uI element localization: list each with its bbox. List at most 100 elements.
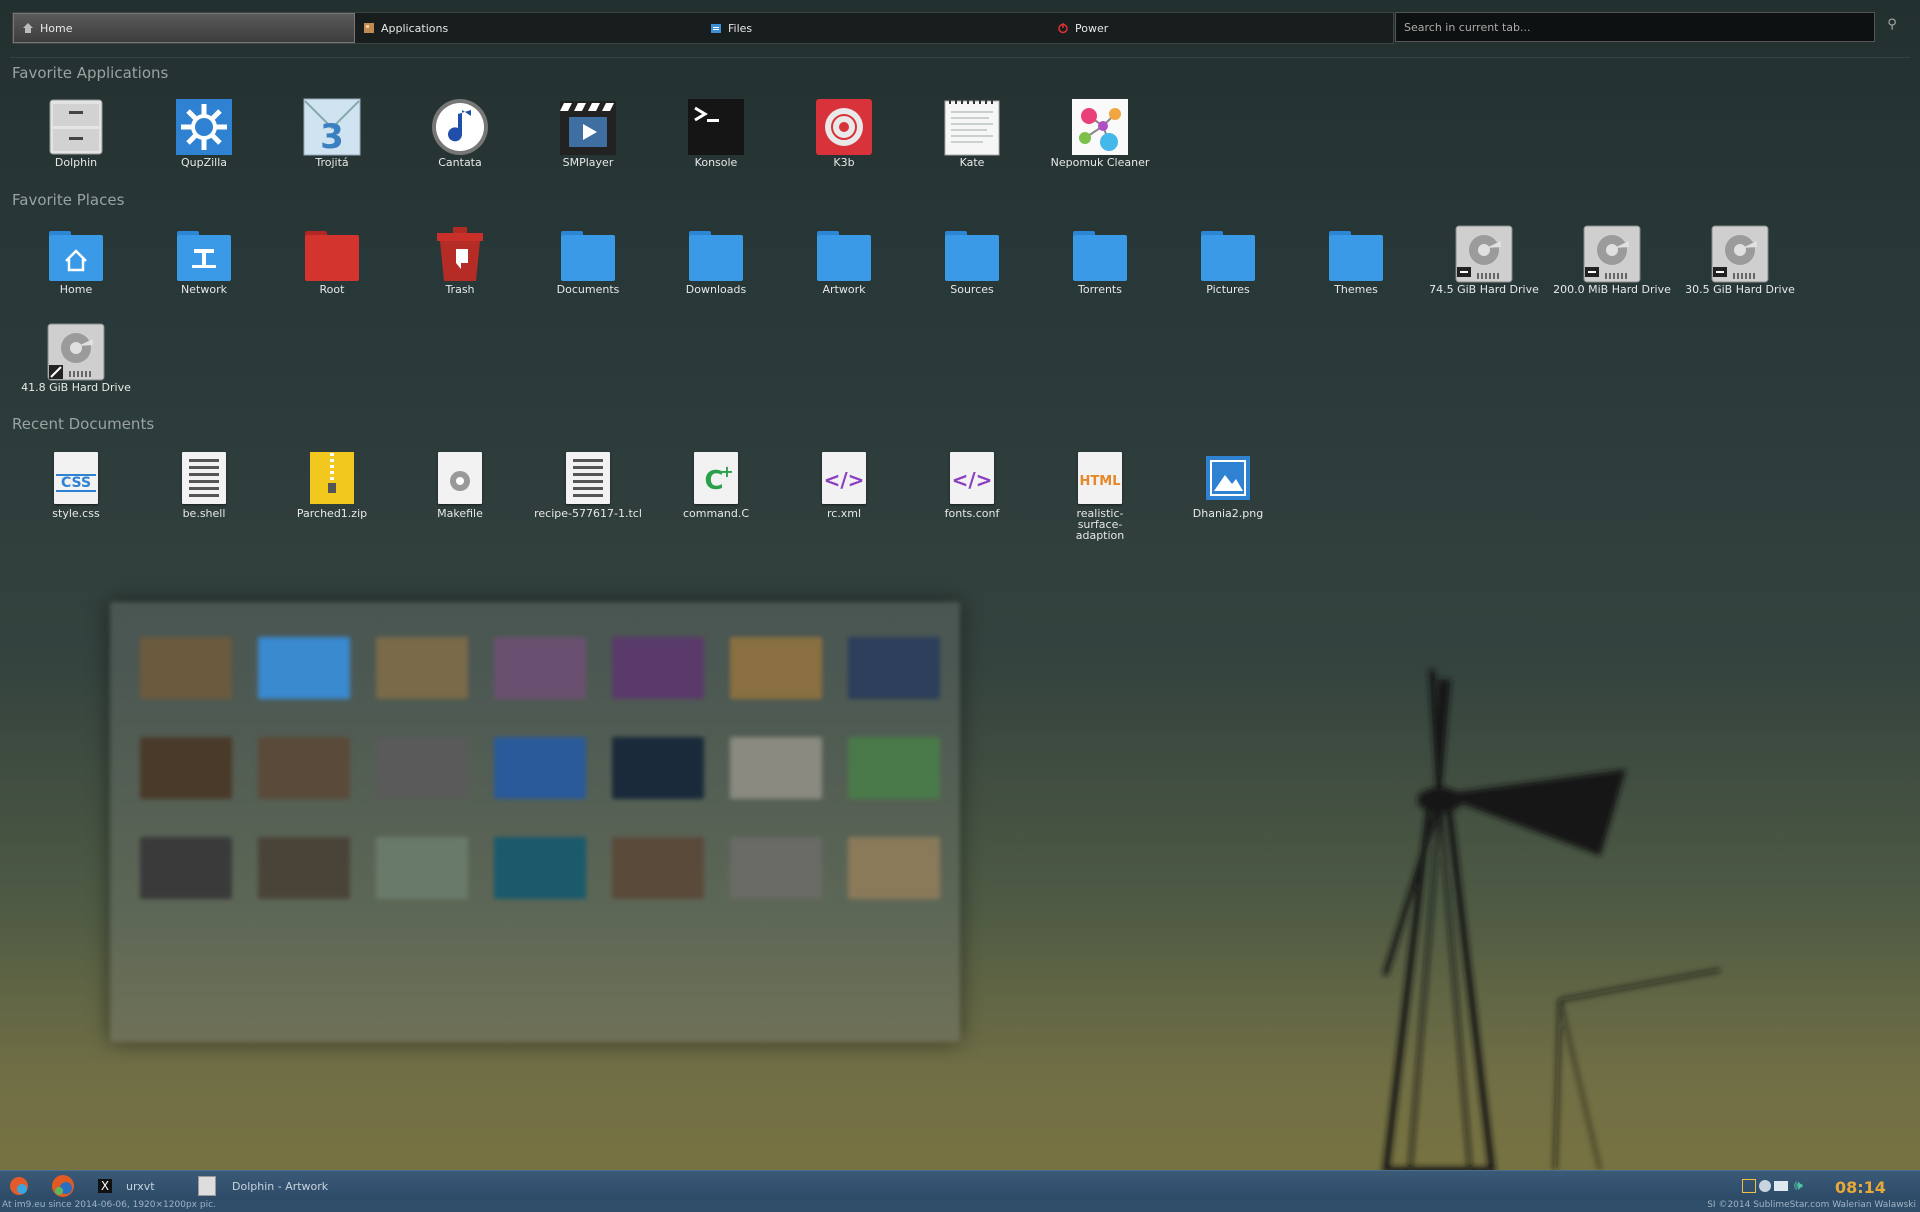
- place-hard-drive-41[interactable]: 41.8 GiB Hard Drive: [12, 323, 140, 393]
- start-menu-icon[interactable]: [8, 1171, 30, 1201]
- doc-realistic-surface[interactable]: HTML realistic-surface-adaption: [1036, 449, 1164, 541]
- task-dolphin-artwork[interactable]: Dolphin - Artwork: [198, 1171, 348, 1201]
- item-label: 200.0 MiB Hard Drive: [1553, 283, 1671, 296]
- blurred-thumbnail: [258, 637, 350, 699]
- app-konsole[interactable]: Konsole: [652, 98, 780, 168]
- place-trash[interactable]: Trash: [396, 225, 524, 295]
- item-label: be.shell: [182, 507, 226, 520]
- item-label: 74.5 GiB Hard Drive: [1429, 283, 1539, 296]
- svg-text:+: +: [720, 462, 733, 481]
- tray-mail-icon[interactable]: [1774, 1181, 1788, 1191]
- status-line: At im9.eu since 2014-06-06, 1920×1200px …: [0, 1200, 1920, 1212]
- item-label: command.C: [682, 507, 750, 520]
- blurred-thumbnail: [140, 837, 232, 899]
- tab-label: Home: [40, 21, 73, 35]
- xml-file-icon: </>: [815, 449, 873, 507]
- blurred-thumbnail: [494, 637, 586, 699]
- dolphin-icon: [47, 98, 105, 156]
- place-sources[interactable]: Sources: [908, 225, 1036, 295]
- task-urxvt[interactable]: X urxvt: [98, 1171, 178, 1201]
- app-dolphin[interactable]: Dolphin: [12, 98, 140, 168]
- svg-text:</>: </>: [952, 468, 993, 492]
- place-hard-drive-30[interactable]: 30.5 GiB Hard Drive: [1676, 225, 1804, 295]
- qupzilla-icon: [175, 98, 233, 156]
- tab-label: Applications: [381, 21, 449, 35]
- place-home[interactable]: Home: [12, 225, 140, 295]
- svg-text:HTML: HTML: [1080, 474, 1121, 489]
- app-cantata[interactable]: Cantata: [396, 98, 524, 168]
- firefox-icon[interactable]: [50, 1171, 76, 1201]
- divider: [10, 57, 1910, 58]
- folder-icon: [1327, 225, 1385, 283]
- tab-home[interactable]: Home: [13, 13, 355, 43]
- app-smplayer[interactable]: SMPlayer: [524, 98, 652, 168]
- applications-icon: [363, 22, 375, 34]
- folder-icon: [815, 225, 873, 283]
- item-label: Cantata: [438, 156, 482, 169]
- blurred-thumbnail: [376, 737, 468, 799]
- app-nepomuk-cleaner[interactable]: Nepomuk Cleaner: [1036, 98, 1164, 168]
- tray-network-icon[interactable]: [1759, 1180, 1771, 1192]
- doc-be-shell[interactable]: be.shell: [140, 449, 268, 519]
- place-downloads[interactable]: Downloads: [652, 225, 780, 295]
- clock[interactable]: 08:14: [1835, 1178, 1886, 1197]
- root-folder-icon: [303, 225, 361, 283]
- item-label: Trash: [445, 283, 475, 296]
- svg-text:</>: </>: [824, 468, 865, 492]
- folder-icon: [559, 225, 617, 283]
- blurred-thumbnail: [730, 737, 822, 799]
- konsole-icon: [687, 98, 745, 156]
- nepomuk-icon: [1071, 98, 1129, 156]
- folder-icon: [1071, 225, 1129, 283]
- place-root[interactable]: Root: [268, 225, 396, 295]
- place-hard-drive-74[interactable]: 74.5 GiB Hard Drive: [1420, 225, 1548, 295]
- app-k3b[interactable]: K3b: [780, 98, 908, 168]
- tab-power[interactable]: Power: [1049, 13, 1393, 43]
- doc-command-c[interactable]: C + command.C: [652, 449, 780, 519]
- trash-icon: [431, 225, 489, 283]
- place-themes[interactable]: Themes: [1292, 225, 1420, 295]
- item-label: 30.5 GiB Hard Drive: [1685, 283, 1795, 296]
- doc-parched1-zip[interactable]: Parched1.zip: [268, 449, 396, 519]
- tab-files[interactable]: Files: [702, 13, 1049, 43]
- app-kate[interactable]: Kate: [908, 98, 1036, 168]
- place-documents[interactable]: Documents: [524, 225, 652, 295]
- doc-style-css[interactable]: CSS style.css: [12, 449, 140, 519]
- item-label: Parched1.zip: [296, 507, 368, 520]
- image-file-icon: [1199, 449, 1257, 507]
- blurred-thumbnail: [494, 737, 586, 799]
- text-file-icon: [175, 449, 233, 507]
- place-hard-drive-200[interactable]: 200.0 MiB Hard Drive: [1548, 225, 1676, 295]
- network-folder-icon: [175, 225, 233, 283]
- app-trojita[interactable]: 3 Trojitá: [268, 98, 396, 168]
- zip-file-icon: [303, 449, 361, 507]
- svg-text:CSS: CSS: [61, 475, 91, 491]
- css-file-icon: CSS: [47, 449, 105, 507]
- place-pictures[interactable]: Pictures: [1164, 225, 1292, 295]
- search-input[interactable]: [1395, 12, 1875, 42]
- doc-rc-xml[interactable]: </> rc.xml: [780, 449, 908, 519]
- doc-recipe-tcl[interactable]: recipe-577617-1.tcl: [524, 449, 652, 519]
- doc-dhania2-png[interactable]: Dhania2.png: [1164, 449, 1292, 519]
- tab-applications[interactable]: Applications: [355, 13, 702, 43]
- blurred-thumbnail: [848, 737, 940, 799]
- home-icon: [22, 22, 34, 34]
- volume-icon[interactable]: 🕪: [1794, 1178, 1803, 1194]
- item-label: recipe-577617-1.tcl: [534, 507, 642, 520]
- section-title-favorite-places: Favorite Places: [12, 191, 125, 209]
- place-torrents[interactable]: Torrents: [1036, 225, 1164, 295]
- tray-display-icon[interactable]: [1742, 1179, 1756, 1193]
- place-network[interactable]: Network: [140, 225, 268, 295]
- item-label: Sources: [950, 283, 994, 296]
- blurred-thumbnail: [730, 637, 822, 699]
- place-artwork[interactable]: Artwork: [780, 225, 908, 295]
- doc-fonts-conf[interactable]: </> fonts.conf: [908, 449, 1036, 519]
- blurred-dolphin-window: [110, 602, 960, 1042]
- hard-drive-icon: [47, 323, 105, 381]
- item-label: realistic-surface-adaption: [1075, 507, 1125, 542]
- item-label: 41.8 GiB Hard Drive: [21, 381, 131, 394]
- svg-text:3: 3: [320, 117, 344, 156]
- doc-makefile[interactable]: Makefile: [396, 449, 524, 519]
- search-icon[interactable]: ⚲: [1882, 17, 1902, 37]
- app-qupzilla[interactable]: QupZilla: [140, 98, 268, 168]
